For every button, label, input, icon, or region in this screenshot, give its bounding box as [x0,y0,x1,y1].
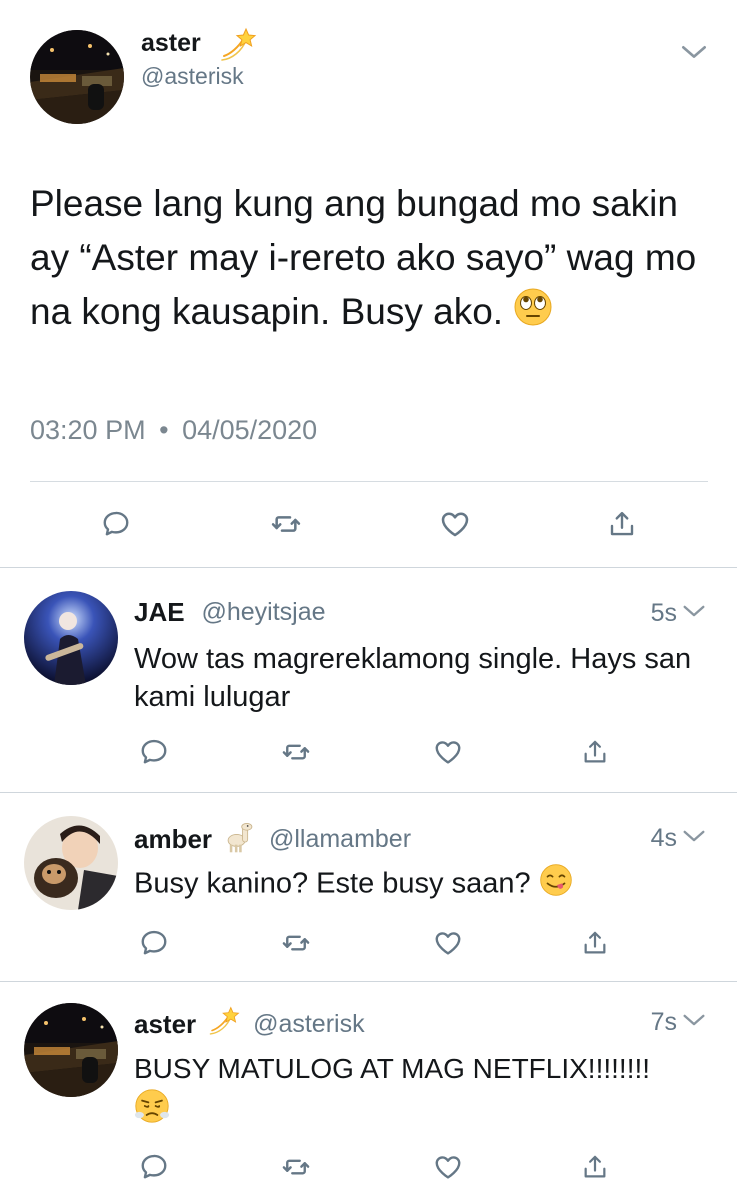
llama-icon [223,820,257,859]
divider [30,481,708,482]
avatar[interactable] [24,816,118,910]
retweet-icon [281,928,311,958]
reply-icon [139,737,169,767]
like-button[interactable] [424,728,472,776]
author-name[interactable]: JAE [134,597,185,627]
like-button[interactable] [424,1143,472,1191]
reply-header: aster @asterisk [134,1005,365,1044]
reply-actions [0,730,737,774]
reply-text-content: Busy kanino? Este busy saan? [134,867,531,900]
tweet-text: Please lang kung ang bungad mo sakin ay … [30,177,710,342]
reply-text-content: BUSY MATULOG AT MAG NETFLIX!!!!!!!! [134,1053,651,1084]
reply-time: 7s [650,1008,677,1036]
like-button[interactable] [431,500,479,548]
share-button[interactable] [598,500,646,548]
heart-icon [433,737,463,767]
chevron-down-icon[interactable] [678,36,710,73]
chevron-down-icon[interactable] [680,822,708,855]
retweet-button[interactable] [272,919,320,967]
reply-icon [139,928,169,958]
share-icon [581,929,609,957]
author-name[interactable]: aster [141,29,201,58]
chevron-down-icon[interactable] [680,1006,708,1039]
author-handle[interactable]: @asterisk [141,63,244,90]
reply-button[interactable] [130,919,178,967]
yum-emoji [539,863,573,907]
reply-icon [101,509,131,539]
reply-icon [139,1152,169,1182]
reply-tweet[interactable]: amber @llamamber 4s Busy kanino? Este bu… [0,794,737,982]
separator: • [159,415,169,445]
share-button[interactable] [571,728,619,776]
heart-icon [433,928,463,958]
reply-text: Busy kanino? Este busy saan? [134,863,714,907]
reply-button[interactable] [130,728,178,776]
reply-time: 4s [650,824,677,852]
reply-button[interactable] [92,500,140,548]
author-name[interactable]: aster [134,1009,196,1039]
retweet-icon [281,1152,311,1182]
reply-button[interactable] [130,1143,178,1191]
tweet-text-content: Please lang kung ang bungad mo sakin ay … [30,183,697,332]
reply-actions [0,1145,737,1189]
reply-time: 5s [650,599,677,627]
author-name[interactable]: amber [134,824,212,854]
share-icon [581,738,609,766]
triumph-emoji [134,1088,170,1134]
heart-icon [433,1152,463,1182]
chevron-down-icon[interactable] [680,597,708,630]
share-button[interactable] [571,919,619,967]
heart-icon [439,508,471,540]
share-icon [607,509,637,539]
reply-tweet[interactable]: aster @asterisk 7s BUSY MATULOG AT MAG N… [0,983,737,1200]
reply-actions [0,921,737,965]
retweet-button[interactable] [272,1143,320,1191]
rolling-eyes-emoji [513,287,553,342]
retweet-icon [270,508,302,540]
tweet-actions [0,500,737,550]
main-tweet: aster @asterisk Please lang kung ang bun… [0,0,737,568]
like-button[interactable] [424,919,472,967]
reply-header: JAE @heyitsjae [134,597,326,628]
share-button[interactable] [571,1143,619,1191]
author-handle[interactable]: @heyitsjae [201,598,325,626]
share-icon [581,1153,609,1181]
reply-text: BUSY MATULOG AT MAG NETFLIX!!!!!!!! [134,1050,724,1134]
reply-tweet[interactable]: JAE @heyitsjae 5s Wow tas magrereklamong… [0,569,737,793]
reply-text: Wow tas magrereklamong single. Hays san … [134,643,692,713]
retweet-button[interactable] [272,728,320,776]
avatar[interactable] [30,30,124,124]
avatar[interactable] [24,1003,118,1097]
reply-header: amber @llamamber [134,820,411,859]
author-handle[interactable]: @asterisk [253,1010,365,1038]
tweet-timestamp: 03:20 PM • 04/05/2020 [30,415,317,446]
dizzy-icon [207,1005,241,1044]
retweet-button[interactable] [262,500,310,548]
tweet-date: 04/05/2020 [182,415,318,445]
tweet-time: 03:20 PM [30,415,146,445]
avatar[interactable] [24,591,118,685]
retweet-icon [281,737,311,767]
author-handle[interactable]: @llamamber [269,825,411,853]
